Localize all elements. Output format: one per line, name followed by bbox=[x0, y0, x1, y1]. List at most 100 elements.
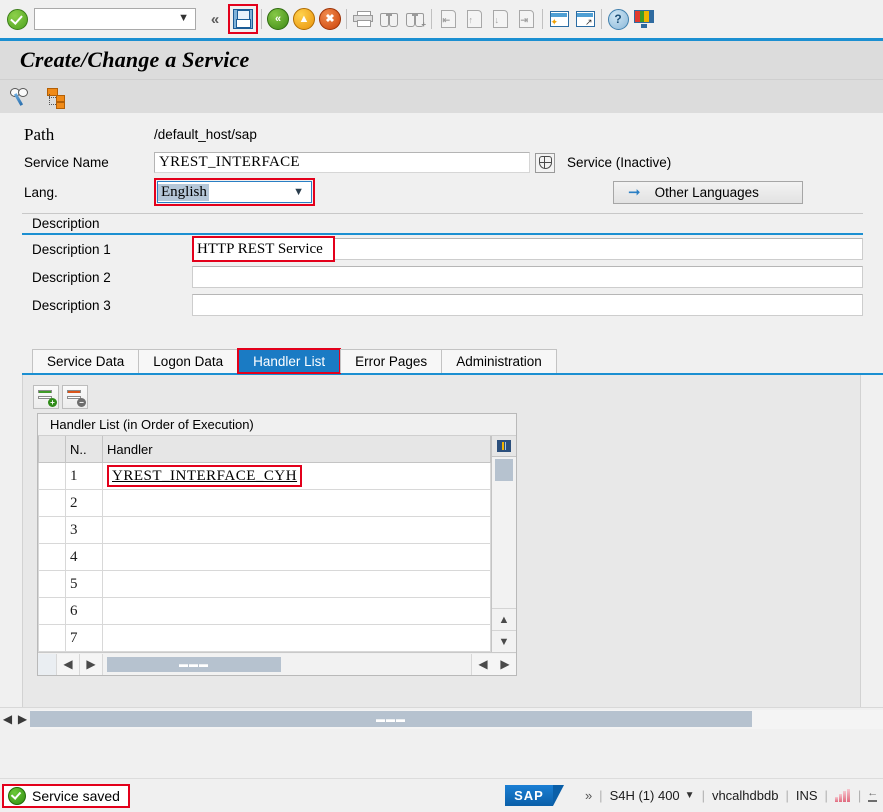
system-info[interactable]: S4H (1) 400 bbox=[610, 788, 680, 803]
next-page-button[interactable]: ↓ bbox=[487, 6, 513, 32]
enter-button[interactable] bbox=[4, 6, 30, 32]
tab-logon-data[interactable]: Logon Data bbox=[138, 349, 238, 373]
handler-cell[interactable] bbox=[103, 571, 491, 598]
find-next-button[interactable]: + bbox=[402, 6, 428, 32]
resize-grip-icon[interactable] bbox=[868, 789, 878, 803]
page-horizontal-scrollbar[interactable]: ◀ ▶ ▬▬▬ bbox=[0, 707, 883, 730]
column-header-n[interactable]: N.. bbox=[66, 436, 103, 463]
service-status-text: Service (Inactive) bbox=[567, 155, 671, 170]
chevron-down-icon[interactable]: ▼ bbox=[178, 12, 189, 24]
find-binoculars-icon bbox=[380, 11, 398, 27]
row-selector[interactable] bbox=[39, 625, 66, 652]
insert-mode-indicator[interactable]: INS bbox=[796, 788, 818, 803]
select-all-header[interactable] bbox=[39, 436, 66, 463]
handler-cell[interactable]: YREST_INTERFACE_CYH bbox=[103, 463, 491, 490]
description-1-input[interactable]: HTTP REST Service bbox=[192, 236, 335, 262]
delete-row-button[interactable]: − bbox=[62, 385, 88, 409]
command-field[interactable]: ▼ bbox=[34, 8, 196, 30]
status-separator: | bbox=[599, 788, 602, 803]
handler-cell[interactable] bbox=[103, 517, 491, 544]
table-row[interactable]: 4 bbox=[39, 544, 491, 571]
handler-table-horizontal-scrollbar[interactable]: ◀ ▶ ▬▬▬ ◀ ▶ bbox=[38, 652, 516, 675]
help-button[interactable]: ? bbox=[605, 6, 631, 32]
page-scroll-thumb[interactable]: ▬▬▬ bbox=[30, 711, 752, 727]
scroll-down-button[interactable]: ▼ bbox=[492, 630, 516, 652]
cancel-button[interactable]: ✖ bbox=[317, 6, 343, 32]
handler-cell[interactable] bbox=[103, 625, 491, 652]
double-chevron-right-icon[interactable]: » bbox=[585, 788, 592, 803]
row-selector[interactable] bbox=[39, 517, 66, 544]
save-button[interactable] bbox=[228, 4, 258, 34]
handler-table-vertical-scrollbar[interactable]: ▲ ▼ bbox=[491, 436, 516, 652]
signal-strength-icon[interactable] bbox=[835, 789, 851, 802]
handler-cell[interactable] bbox=[103, 490, 491, 517]
row-selector[interactable] bbox=[39, 463, 66, 490]
horizontal-scroll-thumb[interactable]: ▬▬▬ bbox=[107, 657, 281, 672]
toolbar-separator bbox=[431, 9, 432, 29]
scroll-right-end-button[interactable]: ▶ bbox=[494, 654, 516, 675]
handler-cell[interactable] bbox=[103, 598, 491, 625]
other-languages-button[interactable]: ➞ Other Languages bbox=[613, 181, 803, 204]
scroll-right-button[interactable]: ▶ bbox=[80, 654, 103, 675]
service-name-row: Service Name YREST_INTERFACE Service (In… bbox=[0, 148, 883, 177]
exit-button[interactable]: ▲ bbox=[291, 6, 317, 32]
scroll-left-button[interactable]: ◀ bbox=[57, 654, 80, 675]
first-page-button[interactable]: ⇤ bbox=[435, 6, 461, 32]
last-page-button[interactable]: ⇥ bbox=[513, 6, 539, 32]
tab-handler-list[interactable]: Handler List bbox=[237, 348, 341, 374]
page-scroll-track[interactable]: ▬▬▬ bbox=[30, 710, 883, 729]
table-row[interactable]: 1 YREST_INTERFACE_CYH bbox=[39, 463, 491, 490]
display-change-button[interactable] bbox=[8, 84, 34, 110]
collapse-toolbar-button[interactable]: « bbox=[202, 6, 228, 32]
column-header-handler[interactable]: Handler bbox=[103, 436, 491, 463]
tab-service-data[interactable]: Service Data bbox=[32, 349, 139, 373]
vertical-scroll-track[interactable] bbox=[492, 481, 516, 608]
find-button[interactable] bbox=[376, 6, 402, 32]
scroll-up-button[interactable]: ▲ bbox=[492, 608, 516, 630]
command-input[interactable] bbox=[35, 11, 171, 27]
server-info[interactable]: vhcalhdbdb bbox=[712, 788, 779, 803]
description-2-input[interactable] bbox=[192, 266, 863, 288]
table-row[interactable]: 3 bbox=[39, 517, 491, 544]
hierarchy-tree-button[interactable] bbox=[42, 84, 68, 110]
page-title: Create/Change a Service bbox=[20, 47, 249, 73]
create-session-button[interactable]: ✦ bbox=[546, 6, 572, 32]
back-button[interactable]: « bbox=[265, 6, 291, 32]
vertical-scroll-thumb[interactable] bbox=[495, 459, 513, 481]
row-selector[interactable] bbox=[39, 544, 66, 571]
tab-error-pages[interactable]: Error Pages bbox=[340, 349, 442, 373]
lang-select[interactable]: English ▼ bbox=[157, 181, 312, 203]
service-name-value-help-button[interactable] bbox=[535, 153, 555, 173]
system-dropdown-icon[interactable]: ▼ bbox=[685, 790, 695, 801]
handler-cell-value[interactable]: YREST_INTERFACE_CYH bbox=[107, 465, 302, 487]
tab-administration[interactable]: Administration bbox=[441, 349, 557, 373]
page-scroll-left-button[interactable]: ◀ bbox=[0, 708, 15, 730]
insert-row-button[interactable]: + bbox=[33, 385, 59, 409]
customize-layout-button[interactable] bbox=[631, 6, 657, 32]
previous-page-button[interactable]: ↑ bbox=[461, 6, 487, 32]
chevron-down-icon[interactable]: ▼ bbox=[293, 186, 307, 198]
create-shortcut-button[interactable]: ↗ bbox=[572, 6, 598, 32]
horizontal-scroll-track[interactable]: ▬▬▬ bbox=[103, 654, 471, 675]
service-name-input[interactable]: YREST_INTERFACE bbox=[154, 152, 530, 173]
table-row[interactable]: 2 bbox=[39, 490, 491, 517]
description-3-input[interactable] bbox=[192, 294, 863, 316]
sap-logo: SAP bbox=[505, 785, 553, 806]
toolbar-separator bbox=[542, 9, 543, 29]
column-settings-button[interactable] bbox=[492, 436, 516, 457]
description-1-input-tail[interactable] bbox=[335, 238, 863, 260]
table-row[interactable]: 7 bbox=[39, 625, 491, 652]
page-scroll-right-button[interactable]: ▶ bbox=[15, 708, 30, 730]
print-button[interactable] bbox=[350, 6, 376, 32]
tab-logon-data-label: Logon Data bbox=[153, 354, 223, 369]
row-selector[interactable] bbox=[39, 571, 66, 598]
table-row[interactable]: 6 bbox=[39, 598, 491, 625]
display-change-glasses-icon bbox=[9, 86, 33, 108]
scroll-left-end-button[interactable]: ◀ bbox=[471, 654, 494, 675]
handler-cell[interactable] bbox=[103, 544, 491, 571]
row-selector[interactable] bbox=[39, 598, 66, 625]
handler-list-panel: + − Handler List (in Order of Execution) bbox=[22, 375, 861, 715]
row-selector[interactable] bbox=[39, 490, 66, 517]
print-icon bbox=[353, 11, 373, 27]
table-row[interactable]: 5 bbox=[39, 571, 491, 598]
